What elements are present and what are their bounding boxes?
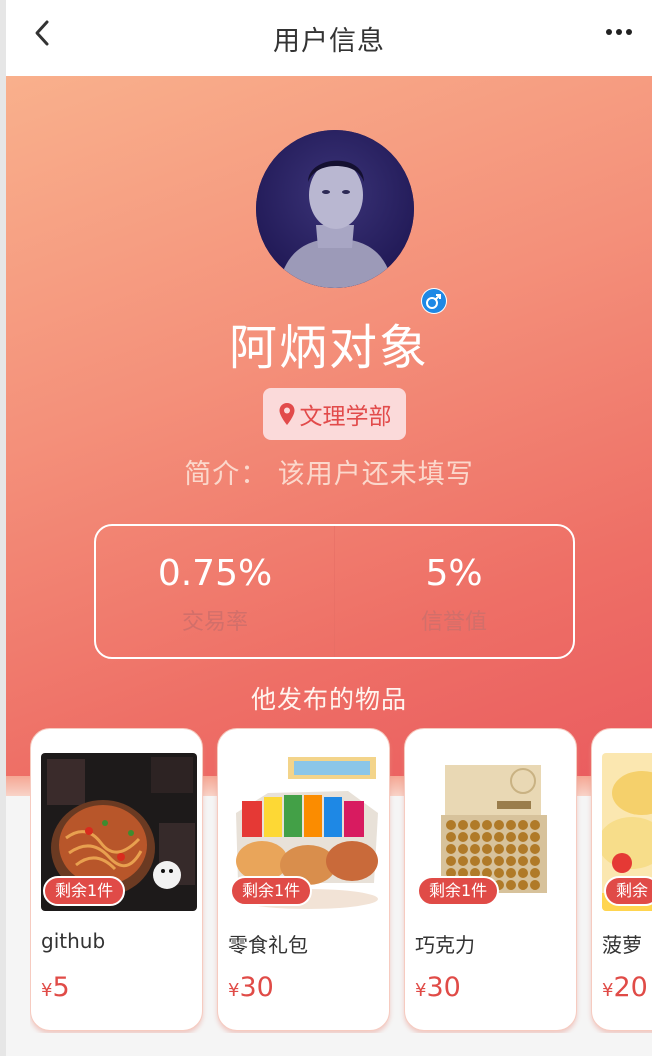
location-badge: 文理学部 <box>263 388 406 440</box>
currency-symbol: ¥ <box>602 980 614 1001</box>
stat-trade-rate: 0.75% 交易率 <box>96 526 334 657</box>
price-value: 5 <box>52 972 70 1003</box>
nav-bar: 用户信息 <box>6 0 652 76</box>
product-name: github <box>41 929 106 953</box>
stat-label: 交易率 <box>181 610 248 635</box>
more-dots-icon[interactable] <box>604 22 634 42</box>
product-card[interactable]: 剩余1件 github ¥5 <box>30 728 203 1031</box>
stats-panel: 0.75% 交易率 5% 信誉值 <box>94 524 575 659</box>
product-name: 巧克力 <box>415 933 475 957</box>
user-info-screen: 用户信息 阿炳对象 文理学部 简介： 该用户还未填写 0.75% 交易率 5% … <box>6 0 652 1056</box>
product-list: 剩余1件 github ¥5 剩余1件 零食礼包 ¥30 剩余1件 巧克力 ¥3… <box>30 728 652 1033</box>
chevron-left-icon[interactable] <box>28 18 58 48</box>
product-price: ¥30 <box>415 972 461 1003</box>
stock-badge: 剩余1件 <box>417 876 500 906</box>
price-value: 30 <box>426 972 461 1003</box>
product-price: ¥30 <box>228 972 274 1003</box>
user-intro: 简介： 该用户还未填写 <box>184 459 474 490</box>
section-title: 他发布的物品 <box>250 685 407 714</box>
stat-credit: 5% 信誉值 <box>334 526 573 657</box>
user-name: 阿炳对象 <box>228 320 429 376</box>
currency-symbol: ¥ <box>415 980 427 1001</box>
stock-badge: 剩余1件 <box>230 876 313 906</box>
stat-label: 信誉值 <box>420 610 487 635</box>
product-card[interactable]: 剩余1件 零食礼包 ¥30 <box>217 728 390 1031</box>
stock-badge: 剩余1件 <box>43 876 126 906</box>
avatar[interactable] <box>256 130 414 288</box>
price-value: 20 <box>613 972 648 1003</box>
product-name: 零食礼包 <box>228 933 308 957</box>
price-value: 30 <box>239 972 274 1003</box>
location-text: 文理学部 <box>299 404 392 430</box>
product-card[interactable]: 剩余1件 巧克力 ¥30 <box>404 728 577 1031</box>
product-card[interactable]: 剩余 菠萝 ¥20 <box>591 728 652 1031</box>
product-price: ¥5 <box>41 972 70 1003</box>
stat-value: 5% <box>425 553 483 594</box>
product-price: ¥20 <box>602 972 648 1003</box>
currency-symbol: ¥ <box>228 980 240 1001</box>
currency-symbol: ¥ <box>41 980 53 1001</box>
page-title: 用户信息 <box>273 25 385 57</box>
stock-badge: 剩余 <box>604 876 652 906</box>
stat-value: 0.75% <box>157 553 273 594</box>
product-name: 菠萝 <box>602 933 642 957</box>
map-pin-icon <box>279 403 294 425</box>
